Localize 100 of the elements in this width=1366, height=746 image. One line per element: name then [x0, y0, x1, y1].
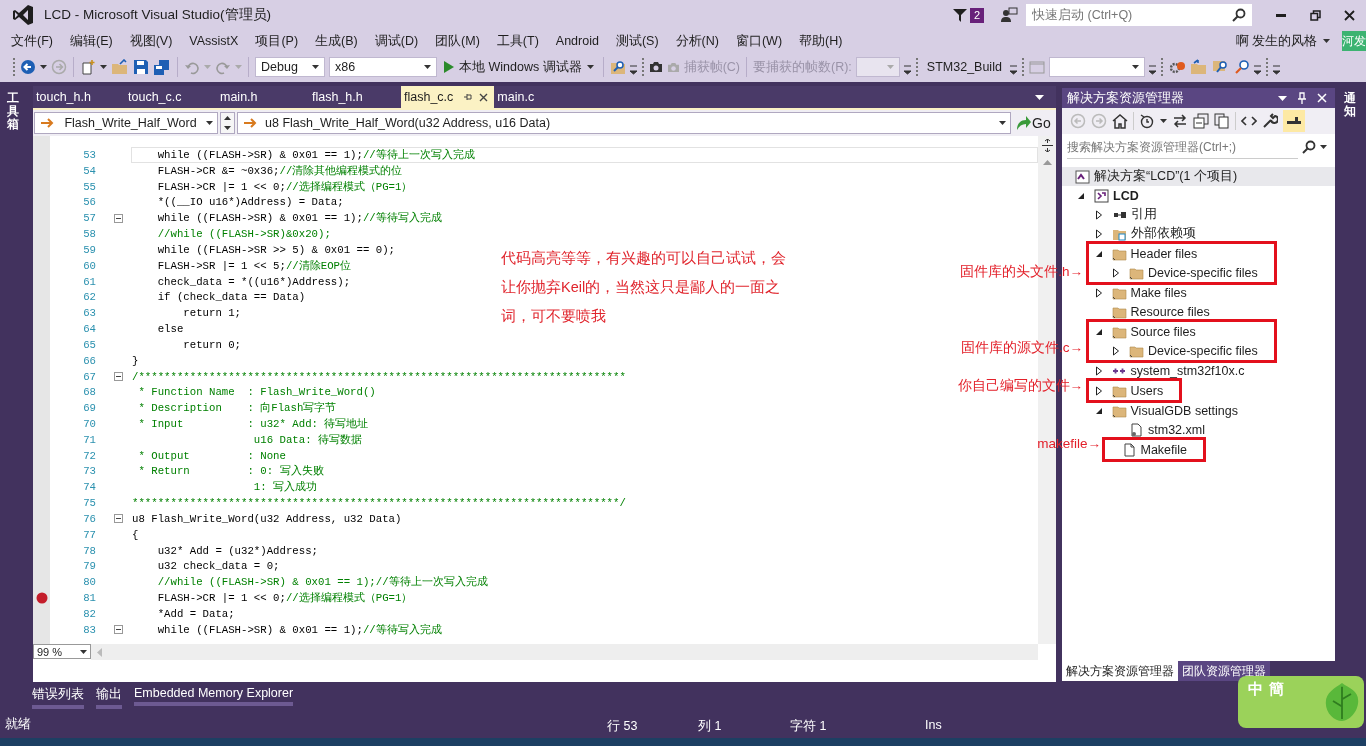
- save-icon[interactable]: [133, 59, 149, 75]
- caret-icon[interactable]: [312, 65, 319, 69]
- expanded-arrow-icon[interactable]: [1094, 327, 1103, 336]
- feedback-icon[interactable]: [1000, 7, 1018, 23]
- up-arrow-icon[interactable]: [224, 116, 231, 120]
- menu-item[interactable]: 视图(V): [121, 31, 181, 51]
- go-button[interactable]: Go: [1015, 115, 1051, 131]
- expanded-arrow-icon[interactable]: [1094, 249, 1103, 258]
- expanded-arrow-icon[interactable]: [1094, 406, 1103, 415]
- toolbox-tab[interactable]: 工具箱: [0, 86, 30, 138]
- search-button[interactable]: [1226, 4, 1252, 26]
- quick-launch-field[interactable]: 快速启动 (Ctrl+Q): [1026, 4, 1226, 26]
- scope-dropdown[interactable]: Flash_Write_Half_Word: [34, 112, 218, 134]
- back-icon[interactable]: [20, 59, 36, 75]
- menu-item[interactable]: 生成(B): [307, 31, 366, 51]
- menu-item[interactable]: 窗口(W): [727, 31, 791, 51]
- collapsed-arrow-icon[interactable]: [1094, 209, 1103, 220]
- tool-window-tab[interactable]: 输出: [96, 686, 122, 709]
- camera-icon[interactable]: [648, 61, 663, 73]
- menu-item[interactable]: VAssistX: [181, 31, 247, 51]
- tool-window-tab[interactable]: Embedded Memory Explorer: [134, 686, 294, 706]
- copy-icon[interactable]: [1214, 113, 1230, 129]
- start-debugging-button[interactable]: 本地 Windows 调试器: [441, 56, 597, 78]
- file-tab[interactable]: flash_c.c: [401, 86, 495, 108]
- tree-item[interactable]: stm32.xml: [1148, 422, 1205, 437]
- menu-item[interactable]: 调试(D): [366, 31, 427, 51]
- collapse-icon[interactable]: [113, 625, 123, 635]
- collapse-icon[interactable]: [113, 213, 123, 223]
- caret-icon[interactable]: [999, 121, 1006, 125]
- tree-item[interactable]: Device-specific files: [1148, 343, 1258, 358]
- caret-icon[interactable]: [100, 65, 107, 69]
- gear-icon[interactable]: [1167, 59, 1186, 75]
- pin-icon[interactable]: [463, 92, 474, 102]
- collapsed-arrow-icon[interactable]: [1094, 228, 1103, 239]
- caret-icon[interactable]: [1160, 119, 1167, 123]
- overflow-icon[interactable]: [1253, 65, 1261, 75]
- menu-item[interactable]: 分析(N): [667, 31, 727, 51]
- tool-window-tab[interactable]: 错误列表: [32, 686, 84, 709]
- tree-item[interactable]: LCD: [1113, 188, 1139, 203]
- menu-item[interactable]: 测试(S): [607, 31, 667, 51]
- overflow-icon[interactable]: [629, 65, 637, 75]
- menu-item[interactable]: 文件(F): [3, 31, 61, 51]
- overflow-icon[interactable]: [1272, 65, 1280, 75]
- caret-icon[interactable]: [206, 121, 213, 125]
- collapsed-arrow-icon[interactable]: [1112, 345, 1120, 356]
- tree-item[interactable]: 外部依赖项: [1130, 225, 1196, 242]
- search-icon[interactable]: [1233, 59, 1250, 75]
- overflow-icon[interactable]: [1009, 65, 1017, 75]
- horizontal-scrollbar[interactable]: [91, 644, 1038, 660]
- toolbar-grip[interactable]: [12, 57, 16, 77]
- caret-icon[interactable]: [1320, 145, 1327, 149]
- collapsed-arrow-icon[interactable]: [1094, 385, 1103, 396]
- tree-item[interactable]: Source files: [1130, 324, 1196, 339]
- caret-icon[interactable]: [1131, 65, 1139, 69]
- menu-item[interactable]: 帮助(H): [791, 31, 851, 51]
- tree-item[interactable]: VisualGDB settings: [1130, 403, 1238, 418]
- overflow-icon[interactable]: [903, 65, 911, 75]
- member-dropdown[interactable]: u8 Flash_Write_Half_Word(u32 Address, u16 Data): [237, 112, 1011, 134]
- wrench-icon[interactable]: [1262, 113, 1278, 129]
- history-icon[interactable]: [1139, 113, 1155, 129]
- configuration-dropdown[interactable]: Debug: [255, 57, 325, 77]
- save-all-icon[interactable]: [153, 59, 171, 75]
- tree-item[interactable]: Users: [1130, 383, 1164, 398]
- tree-item[interactable]: Device-specific files: [1148, 265, 1258, 280]
- overflow-icon[interactable]: [1148, 65, 1156, 75]
- split-icon[interactable]: [1041, 139, 1053, 152]
- menu-item[interactable]: 团队(M): [427, 31, 488, 51]
- menu-item[interactable]: Android: [547, 31, 607, 51]
- caret-icon[interactable]: [40, 65, 47, 69]
- down-arrow-icon[interactable]: [224, 126, 231, 130]
- find-in-files-icon[interactable]: [609, 59, 626, 75]
- sync-icon[interactable]: [1172, 113, 1188, 129]
- search-icon[interactable]: [1302, 140, 1316, 154]
- preview-toggle[interactable]: [1283, 110, 1305, 132]
- menu-item[interactable]: 编辑(E): [61, 31, 121, 51]
- tree-item[interactable]: 引用: [1130, 206, 1157, 223]
- collapse-icon[interactable]: [113, 372, 123, 381]
- menu-item[interactable]: 项目(P): [247, 31, 307, 51]
- menu-item[interactable]: 工具(T): [488, 31, 547, 51]
- find-icon[interactable]: [1211, 59, 1230, 75]
- tree-item[interactable]: Makefile: [1140, 442, 1188, 457]
- solution-row[interactable]: 解决方案“LCD”(1 个项目): [1062, 167, 1335, 186]
- caret-icon[interactable]: [80, 649, 87, 654]
- expanded-arrow-icon[interactable]: [1077, 191, 1085, 200]
- breakpoint-icon[interactable]: [35, 592, 48, 605]
- folder-arrow-icon[interactable]: [1189, 59, 1208, 75]
- notifications-tab[interactable]: 通知: [1337, 86, 1365, 125]
- zoom-dropdown[interactable]: 99 %: [33, 644, 91, 659]
- close-icon[interactable]: [479, 92, 489, 102]
- tree-item[interactable]: Make files: [1130, 285, 1187, 300]
- panel-tab[interactable]: 团队资源管理器: [1178, 661, 1270, 681]
- tree-item[interactable]: system_stm32f10x.c: [1130, 363, 1245, 378]
- pin-icon[interactable]: [1297, 92, 1307, 104]
- caret-icon[interactable]: [424, 65, 431, 69]
- caret-icon[interactable]: [586, 65, 594, 69]
- tree-item[interactable]: Resource files: [1130, 304, 1210, 319]
- collapsed-arrow-icon[interactable]: [1094, 365, 1103, 376]
- caret-icon[interactable]: [1278, 95, 1287, 101]
- tab-list-icon[interactable]: [1035, 94, 1044, 100]
- home-icon[interactable]: [1112, 113, 1128, 129]
